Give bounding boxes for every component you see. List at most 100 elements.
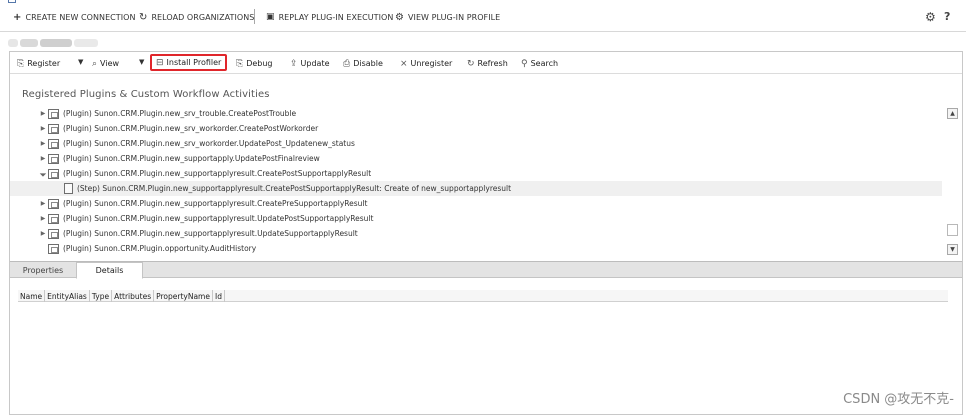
tree-row-label: (Plugin) Sunon.CRM.Plugin.new_srv_troubl… [63,109,297,118]
top-toolbar: + CREATE NEW CONNECTION ↻ RELOAD ORGANIZ… [0,0,966,32]
tree-row[interactable]: ▶ (Plugin) Sunon.CRM.Plugin.new_srv_troub… [10,106,942,121]
reload-icon: ↻ [139,11,148,23]
replay-plugin-label: REPLAY PLUG-IN EXECUTION [278,12,394,22]
tree-row-selected[interactable]: (Step) Sunon.CRM.Plugin.new_supportapply… [10,181,942,196]
tree-scrollbar[interactable]: ▲ ▼ [947,108,959,256]
register-dropdown-icon[interactable]: ▼ [78,58,83,66]
view-plugin-profile-label: VIEW PLUG-IN PROFILE [408,12,501,22]
tree-row[interactable]: ▶ (Plugin) Sunon.CRM.Plugin.new_srv_worko… [10,121,942,136]
plugin-icon [48,243,59,254]
tree-row-label: (Plugin) Sunon.CRM.Plugin.new_srv_workor… [63,139,355,148]
view-dropdown-icon[interactable]: ▼ [139,58,144,66]
scroll-down-icon[interactable]: ▼ [947,244,958,255]
view-button[interactable]: ⌕ View [92,57,119,70]
column-header-propertyname[interactable]: PropertyName [154,290,213,302]
plugin-icon [48,213,59,224]
plugin-icon [48,123,59,134]
expand-arrow-icon[interactable]: ▶ [38,125,48,132]
refresh-icon: ↻ [467,58,475,69]
tree-row[interactable]: ▶ (Plugin) Sunon.CRM.Plugin.new_srv_worko… [10,136,942,151]
tree-row[interactable]: ▶ (Plugin) Sunon.CRM.Plugin.new_supportap… [10,196,942,211]
update-icon: ⇪ [290,58,298,69]
plugin-toolbar: ⎘ Register ▼ ⌕ View ▼ ⊟ Install Profiler… [10,52,962,74]
column-header-name[interactable]: Name [18,290,46,302]
search-button[interactable]: ⚲ Search [521,57,558,70]
tab-details-label: Details [95,266,124,275]
details-grid-header: Name EntityAlias Type Attributes Propert… [18,290,948,302]
register-icon: ⎘ [17,58,25,69]
tree-row-label: (Plugin) Sunon.CRM.Plugin.new_supportapp… [63,229,358,238]
plugin-icon [48,108,59,119]
update-label: Update [300,59,330,68]
register-button[interactable]: ⎘ Register [17,57,60,70]
tree-row[interactable]: ◢ (Plugin) Sunon.CRM.Plugin.new_supportap… [10,166,942,181]
disable-button[interactable]: ⎙ Disable [343,57,383,70]
window-corner [8,0,16,3]
plus-icon: + [13,11,22,23]
view-label: View [100,59,120,68]
tree-row-label: (Plugin) Sunon.CRM.Plugin.opportunity.Au… [63,244,257,253]
debug-icon: ⎘ [236,58,244,69]
column-header-attributes[interactable]: Attributes [112,290,155,302]
help-icon[interactable]: ? [944,10,950,23]
expand-arrow-icon[interactable]: ▶ [38,140,48,147]
plugin-icon [48,138,59,149]
expand-arrow-icon[interactable]: ▶ [38,110,48,117]
tab-properties-label: Properties [22,265,64,275]
tree-row[interactable]: ▶ (Plugin) Sunon.CRM.Plugin.new_supportap… [10,226,942,241]
tree-row[interactable]: ▶ (Plugin) Sunon.CRM.Plugin.new_supportap… [10,151,942,166]
tree-row-label: (Plugin) Sunon.CRM.Plugin.new_supportapp… [63,154,320,163]
create-connection-button[interactable]: + CREATE NEW CONNECTION [13,11,136,23]
tree-row-label: (Plugin) Sunon.CRM.Plugin.new_supportapp… [63,199,368,208]
refresh-label: Refresh [477,59,508,68]
tree-row-label: (Plugin) Sunon.CRM.Plugin.new_srv_workor… [63,124,319,133]
scroll-up-icon[interactable]: ▲ [947,108,958,119]
detail-tabs: Properties Details [10,262,962,279]
settings-gear-icon[interactable]: ⚙ [925,10,936,24]
column-header-id[interactable]: Id [213,290,225,302]
column-header-entityalias[interactable]: EntityAlias [45,290,90,302]
plugin-icon [48,228,59,239]
plugin-icon [48,198,59,209]
tree-row[interactable]: ▶ (Plugin) Sunon.CRM.Plugin.new_supportap… [10,211,942,226]
tree-row-label: (Plugin) Sunon.CRM.Plugin.new_supportapp… [63,169,372,178]
plugin-icon [48,153,59,164]
install-profiler-icon: ⊟ [156,57,164,68]
search-icon: ⚲ [521,58,528,69]
watermark: CSDN @攻无不克- [843,392,954,407]
search-label: Search [530,59,559,68]
step-icon [64,183,73,194]
unregister-label: Unregister [410,59,453,68]
tab-details[interactable]: Details [76,262,143,279]
expand-arrow-icon[interactable]: ▶ [38,200,48,207]
unregister-button[interactable]: ⨯ Unregister [400,57,452,70]
tree-row-label: (Plugin) Sunon.CRM.Plugin.new_supportapp… [63,214,374,223]
organization-panel: ⎘ Register ▼ ⌕ View ▼ ⊟ Install Profiler… [9,51,963,415]
replay-icon: ▣ [266,12,275,22]
create-connection-label: CREATE NEW CONNECTION [25,12,136,22]
plugin-tree: ▶ (Plugin) Sunon.CRM.Plugin.new_srv_troub… [10,106,942,258]
register-label: Register [27,59,61,68]
view-icon: ⌕ [92,58,98,69]
expand-arrow-icon[interactable]: ▶ [38,155,48,162]
column-header-type[interactable]: Type [90,290,113,302]
replay-plugin-button[interactable]: ▣ REPLAY PLUG-IN EXECUTION [266,11,393,23]
disable-label: Disable [353,59,383,68]
plugin-icon [48,168,59,179]
tab-properties[interactable]: Properties [10,262,76,278]
expand-arrow-icon[interactable]: ▶ [38,230,48,237]
tree-row[interactable]: (Plugin) Sunon.CRM.Plugin.opportunity.Au… [10,241,942,256]
refresh-button[interactable]: ↻ Refresh [467,57,508,70]
view-plugin-profile-button[interactable]: ⚙ VIEW PLUG-IN PROFILE [395,11,500,23]
profile-icon: ⚙ [395,11,405,23]
update-button[interactable]: ⇪ Update [290,57,330,70]
install-profiler-label: Install Profiler [166,58,222,67]
debug-button[interactable]: ⎘ Debug [236,57,273,70]
reload-organizations-button[interactable]: ↻ RELOAD ORGANIZATIONS [139,11,254,23]
expand-arrow-icon[interactable]: ▶ [38,215,48,222]
organization-tab-blurred[interactable] [6,36,100,50]
toolbar-separator [254,9,255,24]
install-profiler-button[interactable]: ⊟ Install Profiler [150,54,228,71]
reload-organizations-label: RELOAD ORGANIZATIONS [151,12,255,22]
scroll-thumb[interactable] [947,224,958,236]
